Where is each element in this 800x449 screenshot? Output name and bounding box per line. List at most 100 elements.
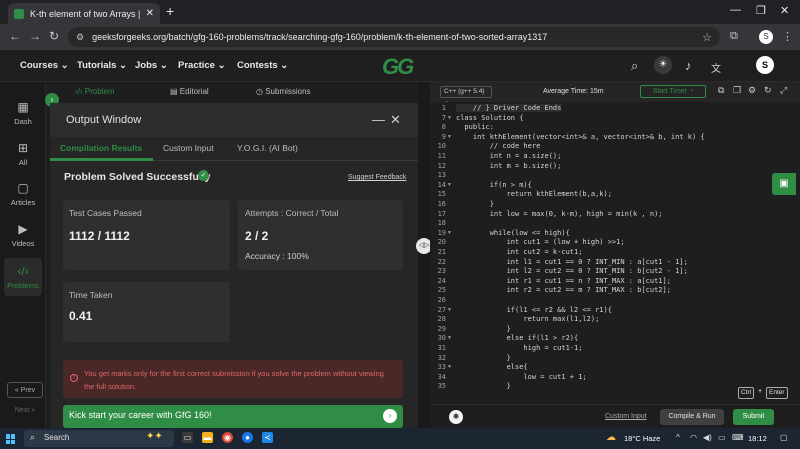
tab-compilation-results[interactable]: Compilation Results [60,143,142,153]
tab-yogi-bot[interactable]: Y.O.G.I. (AI Bot) [237,143,298,153]
bookmark-star-icon[interactable]: ☆ [702,31,712,44]
bell-icon[interactable]: ♪ [685,58,692,73]
code-line[interactable]: low = cut1 + 1; [456,373,586,381]
omnibox[interactable]: ⚙ geeksforgeeks.org/batch/gfg-160-proble… [68,27,720,47]
nav-jobs[interactable]: Jobs ⌄ [135,60,168,71]
code-line[interactable]: } [456,325,511,333]
code-line[interactable]: public: [456,123,494,131]
translate-icon[interactable]: 文 [711,60,721,75]
close-window-icon[interactable]: ✕ [780,4,789,17]
back-icon[interactable]: ← [9,29,21,43]
nav-contests[interactable]: Contests ⌄ [237,60,288,71]
code-line[interactable]: high = cut1-1; [456,344,582,352]
rail-item-dash[interactable]: ▦ Dash [4,100,42,126]
browser-tab[interactable]: K-th element of two Arrays | Pr... ✕ [8,3,160,24]
language-select[interactable]: C++ (g++ 5.4) ⌄ [440,86,492,105]
code-line[interactable]: int m = b.size(); [456,162,562,170]
nav-courses[interactable]: Courses ⌄ [20,60,69,71]
code-line[interactable]: else if(l1 > r2){ [456,334,579,342]
tab-submissions[interactable]: ◷ Submissions [256,87,311,96]
reload-icon[interactable]: ↻ [49,29,59,43]
code-line[interactable]: int l2 = cut2 == 0 ? INT_MIN : b[cut2 - … [456,267,688,275]
fold-toggle-icon[interactable]: ▼ [447,115,452,121]
weather-text[interactable]: 18°C Haze [624,434,660,443]
fold-toggle-icon[interactable]: ▼ [447,230,452,236]
windows-start-icon[interactable] [6,434,16,444]
code-line[interactable]: } [456,382,511,390]
lightbulb-icon[interactable]: ✺ [449,410,463,424]
notification-icon[interactable]: ▢ [780,433,788,442]
code-line[interactable]: int cut2 = k-cut1; [456,248,583,256]
code-line[interactable]: } [456,354,511,362]
code-line[interactable]: int n = a.size(); [456,152,562,160]
compile-run-button[interactable]: Compile & Run [660,409,724,425]
code-line[interactable]: int r1 = cut1 == n ? INT_MAX : a[cut1]; [456,277,671,285]
profile-avatar[interactable]: S [759,30,773,44]
fold-toggle-icon[interactable]: ▼ [447,364,452,370]
code-line[interactable]: // } Driver Code Ends [456,104,562,112]
wifi-icon[interactable]: ◠ [690,433,697,442]
chat-icon[interactable]: ▣ [772,173,796,195]
forward-icon[interactable]: → [29,29,41,43]
code-line[interactable]: // code here [456,142,541,150]
duplicate-icon[interactable]: ❐ [733,85,741,96]
fullscreen-icon[interactable]: ⤢ [780,85,787,96]
settings-icon[interactable]: ⚙ [748,85,756,96]
prev-button[interactable]: « Prev [7,382,43,398]
clock[interactable]: 18:12 [748,434,767,443]
fold-toggle-icon[interactable]: ▼ [447,307,452,313]
code-line[interactable]: int cut1 = (low + high) >>1; [456,238,625,246]
rail-item-articles[interactable]: ▢ Articles [4,181,42,207]
nav-practice[interactable]: Practice ⌄ [178,60,226,71]
minimize-output-icon[interactable]: — [372,112,385,127]
new-tab-button[interactable]: + [166,4,174,18]
search-icon[interactable]: ⌕ [631,58,638,74]
code-line[interactable]: if(n > m){ [456,181,532,189]
code-line[interactable]: int r2 = cut2 == m ? INT_MAX : b[cut2]; [456,286,671,294]
tab-editorial[interactable]: ▤ Editorial [170,87,209,96]
code-line[interactable]: int l1 = cut1 == 0 ? INT_MIN : a[cut1 - … [456,258,688,266]
code-line[interactable]: if(l1 <= r2 && l2 <= r1){ [456,306,612,314]
rail-item-all[interactable]: ⊞ All [4,141,42,167]
maximize-icon[interactable]: ❐ [756,4,766,17]
code-line[interactable]: else{ [456,363,528,371]
nav-tutorials[interactable]: Tutorials ⌄ [77,60,127,71]
fold-toggle-icon[interactable]: ▼ [447,182,452,188]
close-tab-icon[interactable]: ✕ [146,8,154,19]
suggest-feedback-link[interactable]: Suggest Feedback [348,174,406,181]
url-text[interactable]: geeksforgeeks.org/batch/gfg-160-problems… [92,32,694,42]
code-line[interactable]: int low = max(0, k-m), high = min(k , n)… [456,210,663,218]
speaker-icon[interactable]: ◀) [703,433,712,442]
battery-icon[interactable]: ▭ [718,433,726,442]
code-line[interactable]: return kthElement(b,a,k); [456,190,612,198]
tab-custom-input[interactable]: Custom Input [163,143,214,153]
vscode-icon[interactable]: ≺ [262,432,273,443]
reset-icon[interactable]: ↻ [764,85,772,96]
tab-problem[interactable]: ‹/› Problem [75,87,115,96]
code-line[interactable]: int kthElement(vector<int>& a, vector<in… [456,133,705,141]
fold-toggle-icon[interactable]: ▼ [447,134,452,140]
task-view-icon[interactable]: ▭ [182,432,193,443]
promo-arrow-icon[interactable]: › [383,409,397,423]
code-line[interactable]: } [456,200,494,208]
minimize-icon[interactable]: — [730,4,741,16]
theme-toggle-icon[interactable]: ☀ [654,56,672,74]
browser-icon[interactable]: ● [242,432,253,443]
rail-item-videos[interactable]: ▶ Videos [4,222,42,248]
chrome-icon[interactable]: ◉ [222,432,233,443]
chevron-up-icon[interactable]: ^ [676,433,680,442]
code-line[interactable]: while(low <= high){ [456,229,570,237]
menu-icon[interactable]: ⋮ [782,30,793,43]
close-output-icon[interactable]: ✕ [390,112,401,128]
gfg-logo[interactable]: GG [382,54,414,80]
extensions-icon[interactable]: ⧉ [730,30,738,43]
file-explorer-icon[interactable]: ▬ [202,432,213,443]
code-line[interactable]: return max(l1,l2); [456,315,599,323]
rail-item-problems[interactable]: ‹/› Problems [4,258,42,296]
site-info-icon[interactable]: ⚙ [76,32,84,43]
fold-toggle-icon[interactable]: ▼ [447,335,452,341]
keyboard-icon[interactable]: ⌨ [732,433,744,442]
pane-splitter[interactable] [418,82,430,428]
copy-icon[interactable]: ⧉ [718,85,724,96]
start-timer-button[interactable]: Start Timer ◔ [640,85,706,98]
